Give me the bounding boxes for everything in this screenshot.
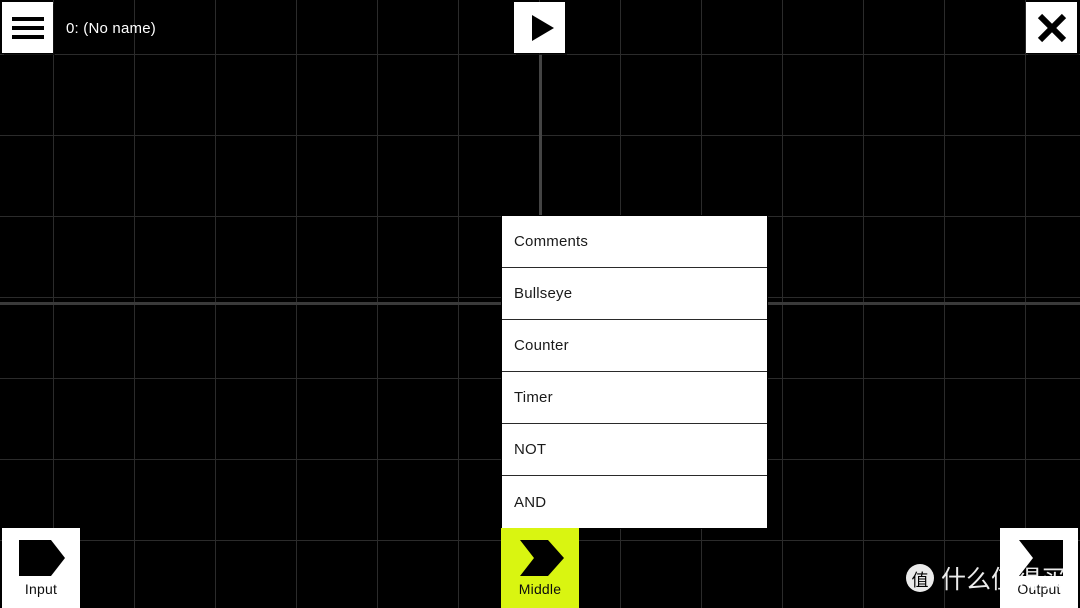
node-output[interactable]: Output: [1000, 528, 1078, 608]
play-icon: [531, 14, 554, 41]
node-output-label: Output: [1017, 581, 1061, 597]
hamburger-bar-3: [11, 34, 44, 39]
output-node-icon: [1013, 538, 1065, 578]
node-input-label: Input: [24, 581, 58, 597]
canvas-axis-vertical: [539, 54, 542, 215]
menu-item-and[interactable]: AND: [502, 476, 767, 528]
project-title: 0: (No name): [66, 19, 156, 37]
watermark-logo: 值: [906, 564, 934, 592]
menu-item-bullseye[interactable]: Bullseye: [502, 268, 767, 320]
menu-item-counter[interactable]: Counter: [502, 320, 767, 372]
node-middle[interactable]: Middle: [501, 528, 579, 608]
hamburger-bar-2: [11, 25, 44, 30]
input-node-icon: [15, 538, 67, 578]
node-input[interactable]: Input: [2, 528, 80, 608]
run-play-button[interactable]: [514, 2, 565, 53]
menu-item-comments[interactable]: Comments: [502, 216, 767, 268]
flow-editor-canvas: 0: (No name) Comments Bullseye Counter T…: [0, 0, 1080, 608]
menu-item-timer[interactable]: Timer: [502, 372, 767, 424]
node-middle-label: Middle: [518, 581, 562, 597]
hamburger-bar-1: [11, 16, 44, 21]
hamburger-menu-button[interactable]: [2, 2, 53, 53]
middle-node-icon: [514, 538, 566, 578]
menu-item-not[interactable]: NOT: [502, 424, 767, 476]
close-button[interactable]: [1026, 2, 1077, 53]
toolbar: 0: (No name): [0, 0, 1080, 56]
component-picker-menu[interactable]: Comments Bullseye Counter Timer NOT AND: [501, 215, 768, 529]
close-icon: [1037, 13, 1066, 42]
